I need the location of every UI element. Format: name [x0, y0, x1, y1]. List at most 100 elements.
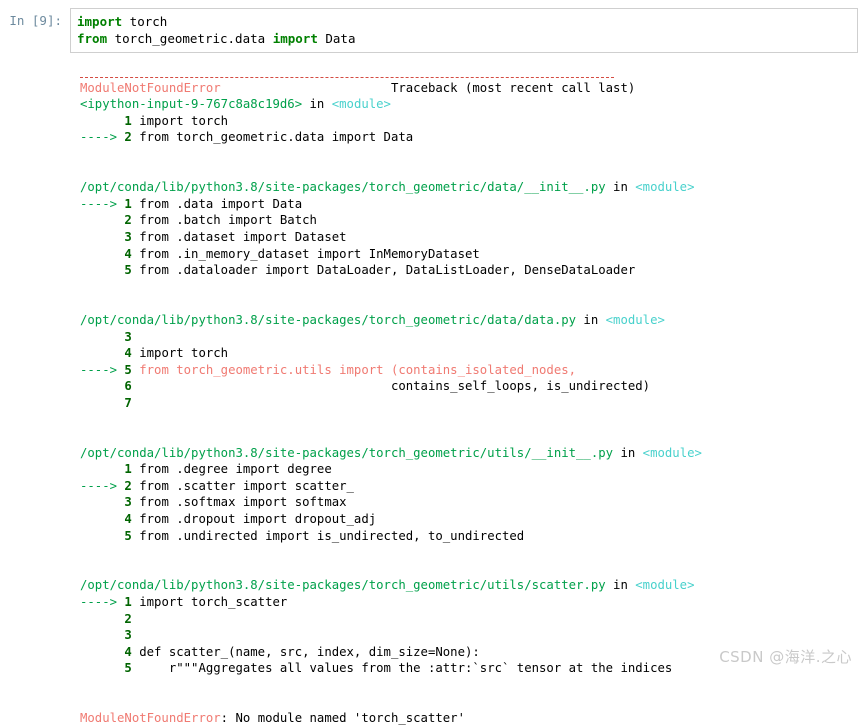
frame-marker — [80, 346, 124, 360]
frame-line-number: 5 — [124, 363, 131, 377]
frame-marker — [80, 263, 124, 277]
traceback-header-line: ModuleNotFoundError Traceback (most rece… — [80, 80, 866, 97]
final-error-line: ModuleNotFoundError: No module named 'to… — [80, 710, 866, 727]
frame-line-number: 6 — [124, 379, 131, 393]
frame-marker — [80, 495, 124, 509]
spacer — [80, 677, 866, 694]
traceback-separator — [80, 77, 614, 78]
frame-line-number: 3 — [124, 230, 131, 244]
frame-location: /opt/conda/lib/python3.8/site-packages/t… — [80, 445, 866, 462]
code-line-1: import torch — [77, 13, 851, 30]
frame-path: /opt/conda/lib/python3.8/site-packages/t… — [80, 313, 576, 327]
final-error-message: : No module named 'torch_scatter' — [221, 711, 465, 725]
frame-code: from .dropout import dropout_adj — [132, 512, 376, 526]
frame-path: /opt/conda/lib/python3.8/site-packages/t… — [80, 180, 606, 194]
frame-line-number: 1 — [124, 595, 131, 609]
frame-code: from torch_geometric.utils import (conta… — [132, 363, 576, 377]
frame-code: from .undirected import is_undirected, t… — [132, 529, 524, 543]
keyword-import: import — [77, 14, 122, 29]
frame-source-line: 4 from .dropout import dropout_adj — [80, 511, 866, 528]
frame-source-line: 7 — [80, 395, 866, 412]
frame-scope: <module> — [635, 578, 694, 592]
frame-marker — [80, 612, 124, 626]
frame-marker — [80, 230, 124, 244]
frame-path: <ipython-input-9-767c8a8c19d6> — [80, 97, 302, 111]
frame-scope: <module> — [606, 313, 665, 327]
frame-line-number: 7 — [124, 396, 131, 410]
frame-line-number: 2 — [124, 213, 131, 227]
frame-code: from .dataloader import DataLoader, Data… — [132, 263, 635, 277]
frame-line-number: 3 — [124, 495, 131, 509]
frame-source-line: 3 from .dataset import Dataset — [80, 229, 866, 246]
spacer — [80, 561, 866, 578]
frame-line-number: 1 — [124, 462, 131, 476]
spacer — [80, 295, 866, 312]
frame-code: from .data import Data — [132, 197, 302, 211]
frame-marker — [80, 529, 124, 543]
notebook-input-cell[interactable]: In [9]: import torch from torch_geometri… — [0, 0, 866, 53]
frame-source-line-highlighted: ----> 5 from torch_geometric.utils impor… — [80, 362, 866, 379]
frame-source-line: 5 from .undirected import is_undirected,… — [80, 528, 866, 545]
code-editor-area[interactable]: import torch from torch_geometric.data i… — [70, 8, 858, 53]
frame-marker — [80, 645, 124, 659]
code-text: torch_geometric.data — [107, 31, 273, 46]
frame-code: def scatter_(name, src, index, dim_size=… — [132, 645, 480, 659]
frame-code: import torch_scatter — [132, 595, 287, 609]
frame-line-number: 5 — [124, 661, 131, 675]
frame-code: from .in_memory_dataset import InMemoryD… — [132, 247, 480, 261]
frame-marker: ----> — [80, 363, 124, 377]
frame-source-line: 2 — [80, 611, 866, 628]
frame-in-text: in — [302, 97, 332, 111]
frame-source-line: ----> 1 from .data import Data — [80, 196, 866, 213]
frame-marker — [80, 462, 124, 476]
frame-code: from .softmax import softmax — [132, 495, 347, 509]
frame-in-text: in — [576, 313, 606, 327]
frame-marker: ----> — [80, 595, 124, 609]
frame-marker — [80, 379, 124, 393]
spacer — [80, 428, 866, 445]
frame-line-number: 4 — [124, 346, 131, 360]
frame-scope: <module> — [635, 180, 694, 194]
frame-source-line: 4 from .in_memory_dataset import InMemor… — [80, 246, 866, 263]
frame-location: <ipython-input-9-767c8a8c19d6> in <modul… — [80, 96, 866, 113]
frame-source-line: 2 from .batch import Batch — [80, 212, 866, 229]
frame-line-number: 1 — [124, 197, 131, 211]
frame-path: /opt/conda/lib/python3.8/site-packages/t… — [80, 578, 606, 592]
frame-line-number: 5 — [124, 529, 131, 543]
frame-source-line: 5 from .dataloader import DataLoader, Da… — [80, 262, 866, 279]
frame-marker — [80, 661, 124, 675]
frame-scope: <module> — [332, 97, 391, 111]
frame-line-number: 4 — [124, 247, 131, 261]
frame-code: from .degree import degree — [132, 462, 332, 476]
frame-code: from .batch import Batch — [132, 213, 317, 227]
frame-code: r"""Aggregates all values from the :attr… — [132, 661, 672, 675]
frame-line-number: 1 — [124, 114, 131, 128]
frame-source-line: 4 import torch — [80, 345, 866, 362]
spacer — [80, 146, 866, 163]
csdn-watermark: CSDN @海洋.之心 — [719, 646, 852, 667]
frame-line-number: 4 — [124, 512, 131, 526]
frame-code: from .scatter import scatter_ — [132, 479, 354, 493]
frame-location: /opt/conda/lib/python3.8/site-packages/t… — [80, 577, 866, 594]
spacer — [80, 544, 866, 561]
frame-code: import torch — [132, 346, 228, 360]
frame-line-number: 2 — [124, 130, 131, 144]
frame-marker — [80, 512, 124, 526]
spacer — [80, 279, 866, 296]
frame-marker — [80, 628, 124, 642]
spacer — [80, 411, 866, 428]
frame-source-line: 1 import torch — [80, 113, 866, 130]
spacer — [80, 163, 866, 180]
frame-in-text: in — [606, 578, 636, 592]
frame-marker: ----> — [80, 197, 124, 211]
code-text: torch — [122, 14, 167, 29]
frame-source-line: 3 — [80, 627, 866, 644]
frame-source-line: 6 contains_self_loops, is_undirected) — [80, 378, 866, 395]
frame-marker — [80, 396, 124, 410]
frame-source-line: 3 from .softmax import softmax — [80, 494, 866, 511]
frame-marker: ----> — [80, 130, 124, 144]
traceback-header-text: Traceback (most recent call last) — [391, 81, 635, 95]
traceback-header-spacer — [221, 81, 391, 95]
frame-code: contains_self_loops, is_undirected) — [132, 379, 650, 393]
frame-source-line: ----> 2 from torch_geometric.data import… — [80, 129, 866, 146]
